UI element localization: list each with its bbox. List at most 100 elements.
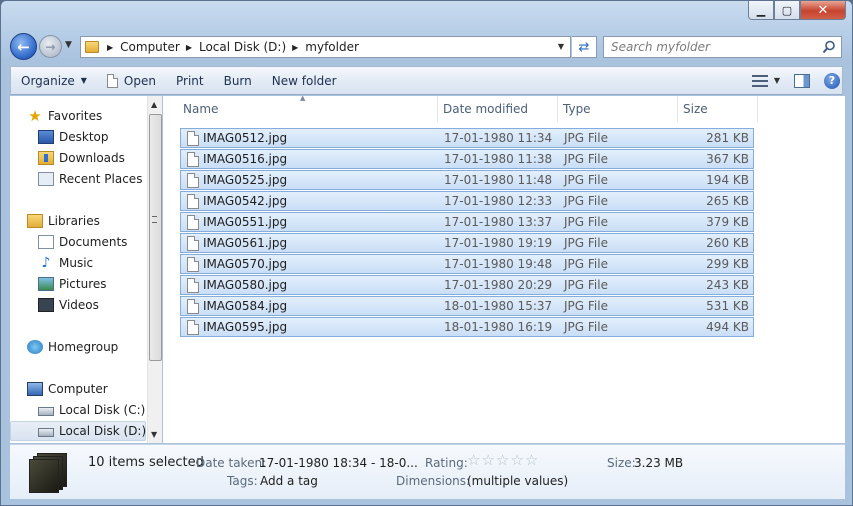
file-row[interactable]: IMAG0580.jpg 17-01-1980 20:29 JPG File 2… bbox=[180, 275, 754, 295]
help-icon[interactable]: ? bbox=[824, 72, 840, 89]
hard-disk-icon bbox=[38, 407, 54, 416]
new-folder-button[interactable]: New folder bbox=[262, 67, 347, 94]
file-date: 17-01-1980 11:48 bbox=[444, 173, 553, 187]
nav-videos[interactable]: Videos bbox=[38, 295, 99, 315]
file-row[interactable]: IMAG0516.jpg 17-01-1980 11:38 JPG File 3… bbox=[180, 149, 754, 169]
computer-icon bbox=[27, 382, 43, 396]
open-button[interactable]: Open bbox=[97, 67, 166, 94]
preview-pane-icon[interactable] bbox=[794, 73, 810, 88]
file-date: 17-01-1980 20:29 bbox=[444, 278, 553, 292]
file-row[interactable]: IMAG0595.jpg 18-01-1980 16:19 JPG File 4… bbox=[180, 317, 754, 337]
pictures-icon bbox=[38, 277, 54, 291]
nav-pictures[interactable]: Pictures bbox=[38, 274, 107, 294]
file-date: 17-01-1980 12:33 bbox=[444, 194, 553, 208]
column-date-modified[interactable]: Date modified bbox=[438, 96, 558, 122]
scroll-up-icon[interactable]: ▲ bbox=[151, 100, 157, 109]
file-size: 531 KB bbox=[706, 299, 749, 313]
file-row[interactable]: IMAG0512.jpg 17-01-1980 11:34 JPG File 2… bbox=[180, 128, 754, 148]
minimize-button[interactable]: ▁ bbox=[748, 1, 774, 20]
open-label: Open bbox=[123, 73, 156, 88]
nav-libraries[interactable]: Libraries bbox=[27, 211, 100, 231]
file-row[interactable]: IMAG0542.jpg 17-01-1980 12:33 JPG File 2… bbox=[180, 191, 754, 211]
nav-downloads[interactable]: Downloads bbox=[38, 148, 125, 168]
address-dropdown-icon[interactable]: ▼ bbox=[558, 42, 564, 51]
nav-desktop[interactable]: Desktop bbox=[38, 127, 109, 147]
file-date: 17-01-1980 19:19 bbox=[444, 236, 553, 250]
caption-buttons: ▁ ▢ ✕ bbox=[748, 1, 846, 21]
music-icon: ♪ bbox=[41, 255, 51, 271]
column-name[interactable]: Name bbox=[178, 96, 438, 122]
star-empty-icon[interactable]: ☆ bbox=[525, 453, 538, 468]
breadcrumb-computer[interactable]: Computer bbox=[120, 40, 180, 54]
forward-button[interactable]: → bbox=[39, 35, 62, 58]
file-date: 18-01-1980 15:37 bbox=[444, 299, 553, 313]
star-empty-icon[interactable]: ☆ bbox=[467, 453, 480, 468]
nav-local-disk-d[interactable]: Local Disk (D:) bbox=[10, 421, 146, 441]
column-header: ▲ Name Date modified Type Size bbox=[163, 94, 845, 122]
change-view-icon[interactable] bbox=[751, 74, 768, 87]
burn-button[interactable]: Burn bbox=[214, 67, 262, 94]
dimensions-label: Dimensions: bbox=[396, 474, 471, 488]
file-row[interactable]: IMAG0551.jpg 17-01-1980 13:37 JPG File 3… bbox=[180, 212, 754, 232]
file-row[interactable]: IMAG0570.jpg 17-01-1980 19:48 JPG File 2… bbox=[180, 254, 754, 274]
file-type: JPG File bbox=[564, 152, 608, 166]
nav-desktop-label: Desktop bbox=[59, 130, 109, 144]
libraries-icon bbox=[27, 214, 43, 228]
file-name: IMAG0561.jpg bbox=[203, 236, 288, 250]
scrollbar-thumb[interactable] bbox=[149, 114, 162, 361]
nav-computer[interactable]: Computer bbox=[27, 379, 108, 399]
nav-disk-c-label: Local Disk (C:) bbox=[59, 403, 146, 417]
breadcrumb-chevron-icon[interactable]: ▶ bbox=[186, 43, 192, 52]
breadcrumb-local-disk-d[interactable]: Local Disk (D:) bbox=[199, 40, 286, 54]
nav-favorites[interactable]: ★ Favorites bbox=[27, 106, 102, 126]
column-type[interactable]: Type bbox=[558, 96, 678, 122]
breadcrumb-chevron-icon[interactable]: ▶ bbox=[292, 43, 298, 52]
nav-recent-places[interactable]: Recent Places bbox=[38, 169, 142, 189]
tags-value[interactable]: Add a tag bbox=[260, 474, 318, 488]
breadcrumb-myfolder[interactable]: myfolder bbox=[305, 40, 359, 54]
file-name: IMAG0551.jpg bbox=[203, 215, 288, 229]
search-input[interactable] bbox=[611, 40, 816, 54]
star-icon: ★ bbox=[28, 107, 42, 125]
recent-pages-dropdown[interactable]: ▼ bbox=[65, 40, 72, 50]
file-name: IMAG0542.jpg bbox=[203, 194, 288, 208]
nav-computer-label: Computer bbox=[48, 382, 108, 396]
column-size[interactable]: Size bbox=[678, 96, 758, 122]
nav-local-disk-c[interactable]: Local Disk (C:) bbox=[38, 400, 145, 420]
file-row[interactable]: IMAG0561.jpg 17-01-1980 19:19 JPG File 2… bbox=[180, 233, 754, 253]
jpg-file-icon bbox=[187, 257, 199, 272]
navigation-scrollbar[interactable]: ▲ ▼ bbox=[147, 96, 162, 443]
homegroup-icon bbox=[27, 340, 43, 354]
refresh-button[interactable]: ⇄ bbox=[572, 36, 597, 58]
file-size: 260 KB bbox=[706, 236, 749, 250]
nav-music[interactable]: ♪ Music bbox=[38, 253, 94, 273]
print-button[interactable]: Print bbox=[166, 67, 214, 94]
address-bar[interactable]: ▶ Computer ▶ Local Disk (D:) ▶ myfolder … bbox=[80, 36, 571, 58]
rating-stars[interactable]: ☆ ☆ ☆ ☆ ☆ bbox=[467, 453, 539, 468]
breadcrumb-chevron-icon[interactable]: ▶ bbox=[107, 43, 113, 52]
jpg-file-icon bbox=[187, 215, 199, 230]
close-button[interactable]: ✕ bbox=[800, 1, 846, 20]
maximize-button[interactable]: ▢ bbox=[774, 1, 800, 20]
file-size: 281 KB bbox=[706, 131, 749, 145]
file-name: IMAG0584.jpg bbox=[203, 299, 288, 313]
file-type: JPG File bbox=[564, 257, 608, 271]
star-empty-icon[interactable]: ☆ bbox=[481, 453, 494, 468]
more-options-chevron-icon[interactable]: ▼ bbox=[774, 76, 780, 85]
search-box bbox=[603, 36, 842, 58]
nav-documents[interactable]: Documents bbox=[38, 232, 127, 252]
nav-documents-label: Documents bbox=[59, 235, 128, 249]
scroll-down-icon[interactable]: ▼ bbox=[151, 430, 157, 439]
star-empty-icon[interactable]: ☆ bbox=[510, 453, 523, 468]
search-icon[interactable] bbox=[822, 40, 836, 54]
file-name: IMAG0512.jpg bbox=[203, 131, 288, 145]
jpg-file-icon bbox=[187, 131, 199, 146]
file-row[interactable]: IMAG0525.jpg 17-01-1980 11:48 JPG File 1… bbox=[180, 170, 754, 190]
nav-homegroup[interactable]: Homegroup bbox=[27, 337, 118, 357]
file-row[interactable]: IMAG0584.jpg 18-01-1980 15:37 JPG File 5… bbox=[180, 296, 754, 316]
back-button[interactable]: ← bbox=[10, 33, 37, 60]
date-taken-value[interactable]: 17-01-1980 18:34 - 18-0... bbox=[259, 456, 418, 470]
forward-arrow-icon: → bbox=[45, 39, 56, 54]
star-empty-icon[interactable]: ☆ bbox=[496, 453, 509, 468]
organize-button[interactable]: Organize ▼ bbox=[11, 67, 97, 94]
